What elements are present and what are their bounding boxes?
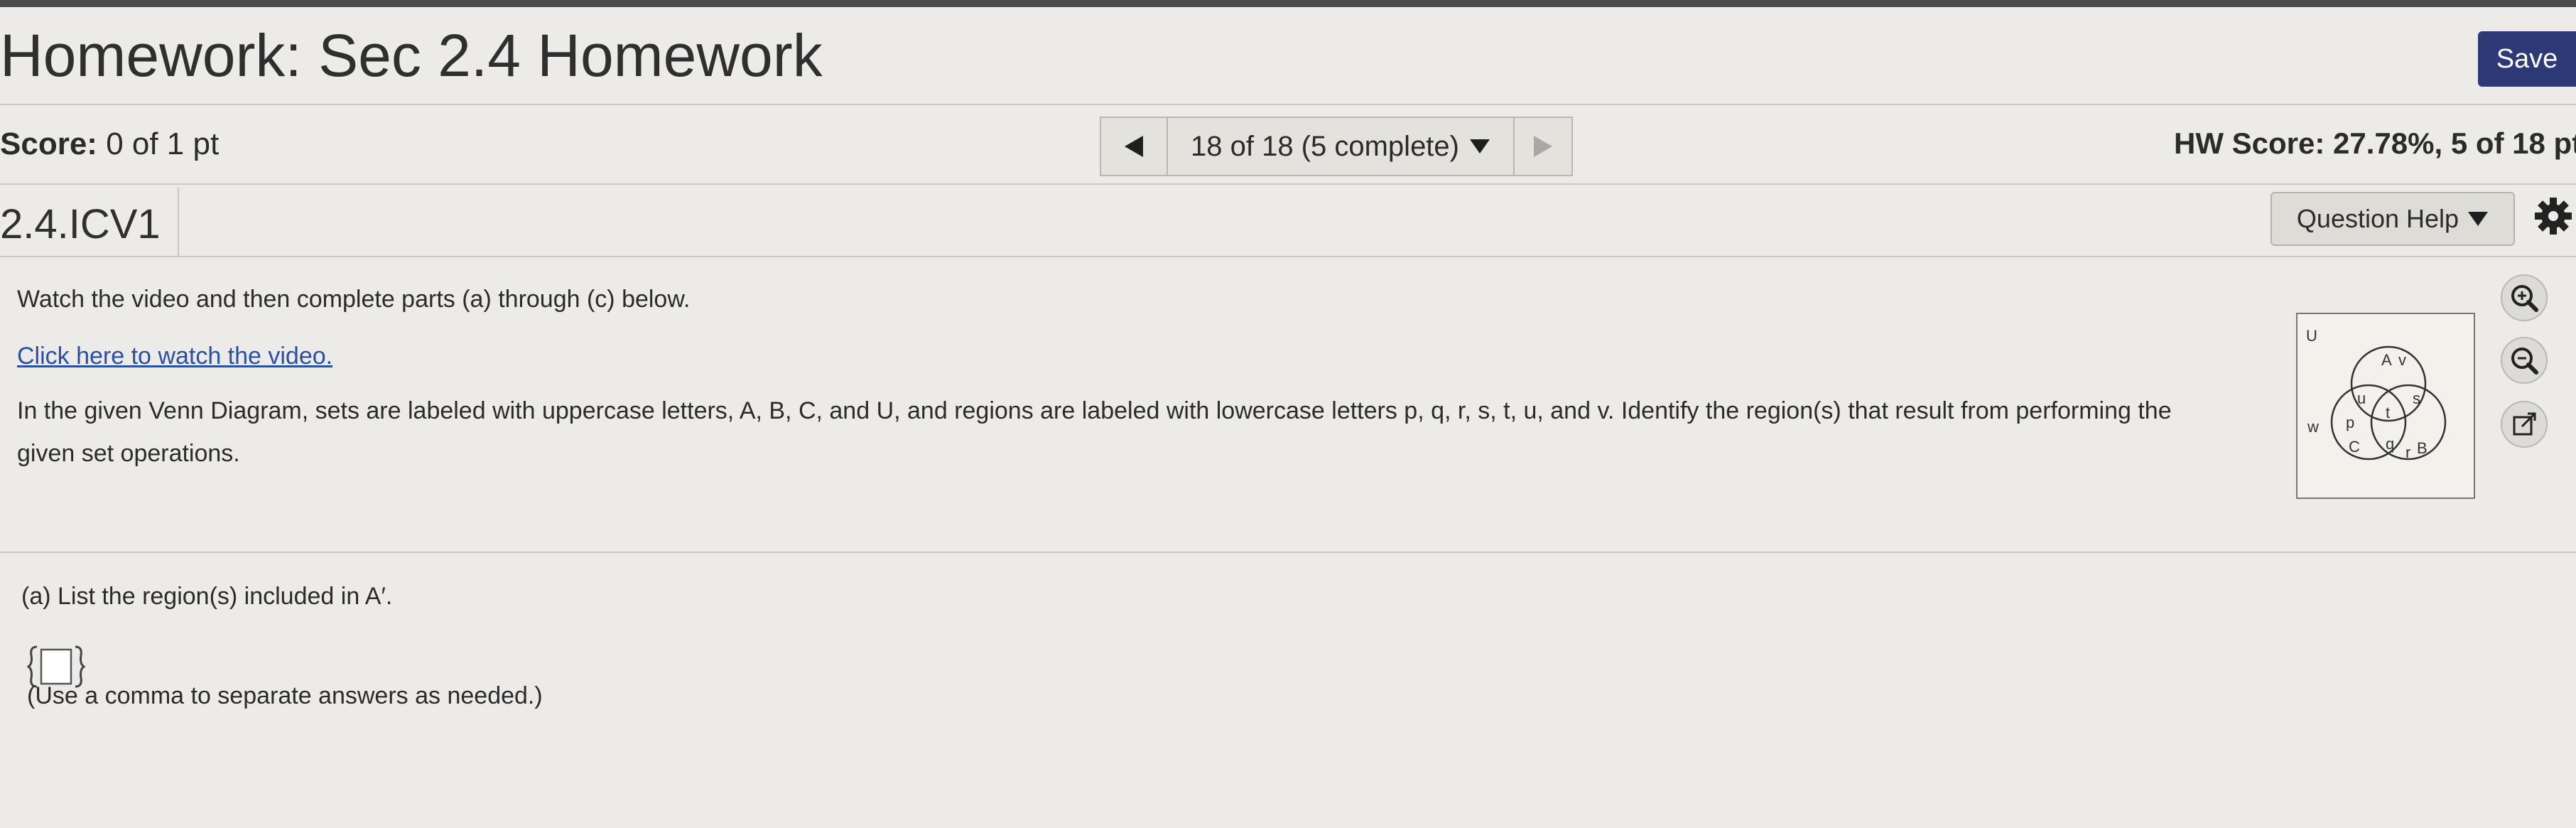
- venn-region-u: u: [2357, 389, 2366, 407]
- question-status-dropdown[interactable]: 18 of 18 (5 complete): [1168, 118, 1515, 175]
- prev-arrow-icon: [1125, 136, 1143, 157]
- divider: [0, 552, 2576, 553]
- venn-label-c: C: [2349, 438, 2360, 456]
- page-title: Homework: Sec 2.4 Homework: [0, 22, 823, 89]
- gear-icon[interactable]: [2533, 196, 2573, 236]
- divider: [0, 104, 2576, 105]
- hw-score: HW Score: 27.78%, 5 of 18 pts: [2174, 127, 2576, 160]
- venn-region-w: w: [2307, 418, 2319, 436]
- venn-region-p: p: [2346, 414, 2354, 431]
- question-navigator: 18 of 18 (5 complete): [1100, 117, 1573, 176]
- venn-diagram-graphic: U A v u s t p w q C r B: [2306, 327, 2447, 461]
- next-arrow-icon: [1534, 136, 1552, 157]
- save-button[interactable]: Save: [2478, 31, 2576, 87]
- venn-region-s: s: [2413, 389, 2420, 407]
- question-help-label: Question Help: [2296, 204, 2459, 233]
- score-value: 0 of 1 pt: [106, 127, 220, 161]
- top-rule: [0, 0, 2576, 7]
- venn-region-q: q: [2386, 435, 2394, 453]
- dropdown-icon: [1470, 139, 1490, 154]
- venn-label-u: U: [2306, 327, 2317, 345]
- previous-question-button[interactable]: [1101, 118, 1168, 175]
- zoom-out-icon[interactable]: [2499, 335, 2549, 385]
- divider: [0, 256, 2576, 257]
- venn-label-a: A: [2381, 351, 2392, 369]
- score-display: Score: 0 of 1 pt: [0, 127, 219, 162]
- venn-region-v: v: [2398, 351, 2406, 369]
- question-status-text: 18 of 18 (5 complete): [1191, 130, 1459, 162]
- venn-label-b: B: [2417, 439, 2428, 457]
- question-description: In the given Venn Diagram, sets are labe…: [17, 397, 2172, 467]
- part-a-prompt: (a) List the region(s) included in A′.: [21, 583, 393, 610]
- venn-diagram[interactable]: U A v u s t p w q C r B: [2296, 313, 2475, 499]
- dropdown-icon: [2468, 212, 2489, 226]
- answer-note: (Use a comma to separate answers as need…: [27, 682, 543, 709]
- watch-video-link[interactable]: Click here to watch the video.: [17, 343, 332, 370]
- next-question-button[interactable]: [1515, 118, 1571, 175]
- instruction-text: Watch the video and then complete parts …: [17, 286, 691, 313]
- zoom-in-icon[interactable]: [2499, 273, 2549, 323]
- venn-region-t: t: [2386, 404, 2390, 421]
- question-id: 2.4.ICV1: [0, 201, 161, 247]
- popout-icon[interactable]: [2499, 399, 2549, 449]
- question-help-button[interactable]: Question Help: [2271, 192, 2515, 246]
- score-label: Score:: [0, 127, 97, 161]
- divider: [0, 183, 2576, 185]
- venn-region-r: r: [2405, 443, 2410, 461]
